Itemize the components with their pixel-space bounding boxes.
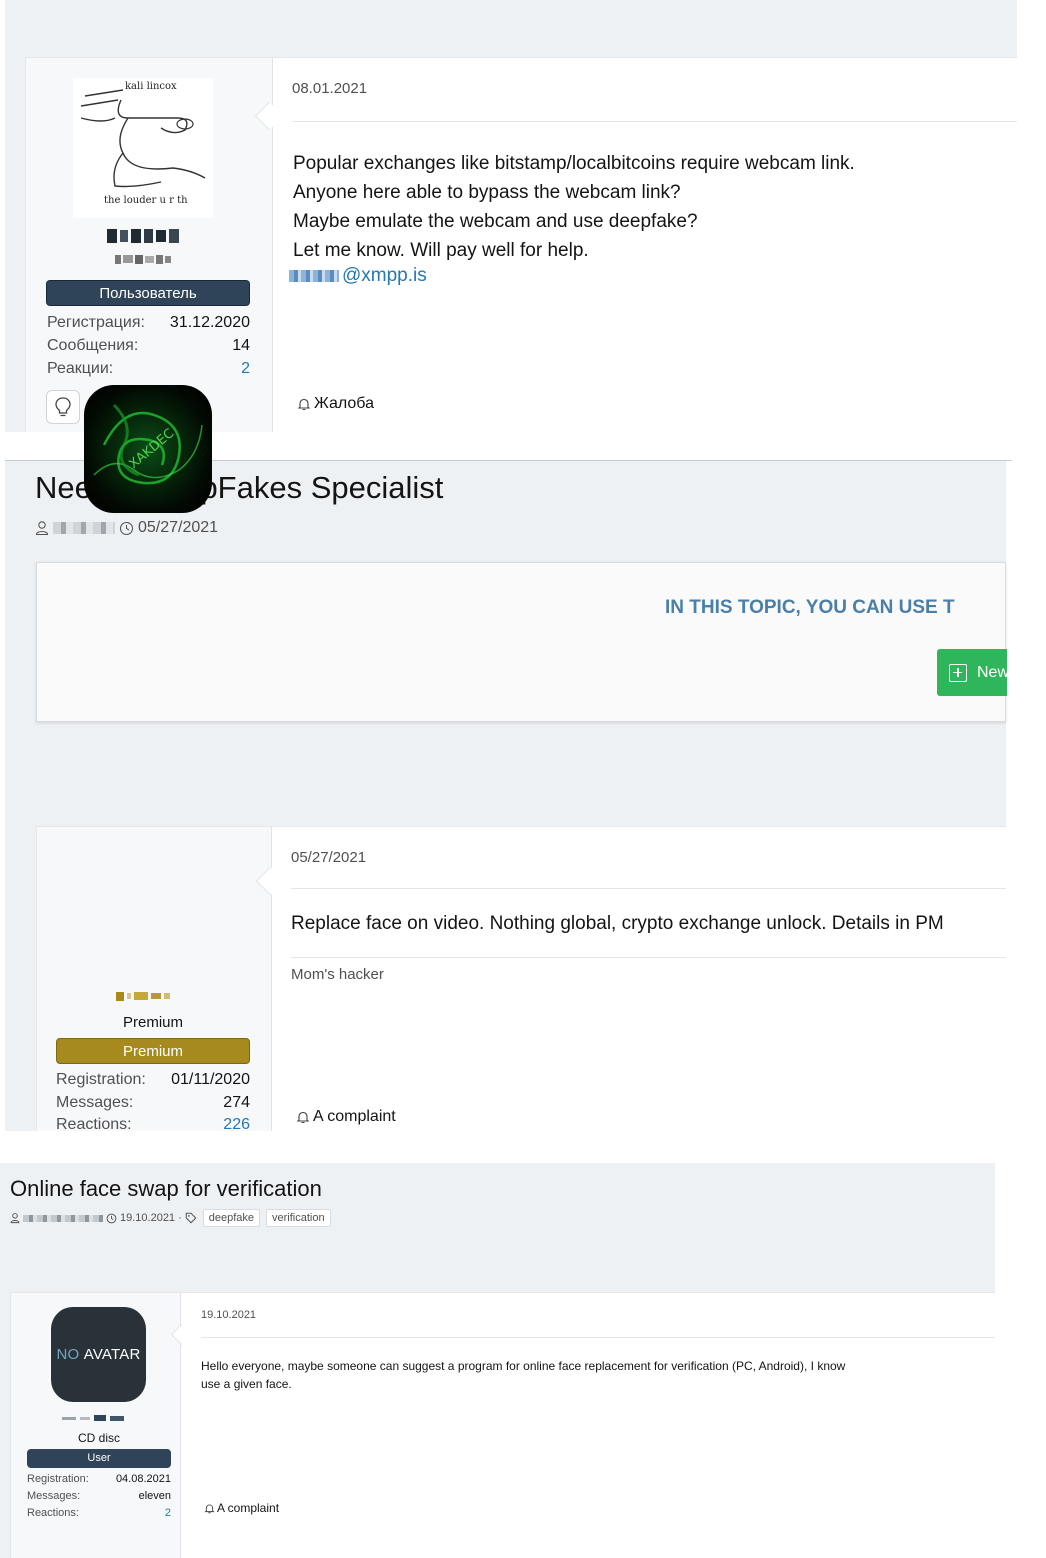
bell-icon [296,1111,310,1124]
user-title-masked [108,252,178,266]
fractal-avatar-icon: XAKDEC [93,403,203,485]
user-avatar[interactable]: XAKDEC [84,385,212,513]
topic-meta: 05/27/2021 [35,519,218,537]
role-badge: User [27,1449,171,1468]
clock-icon [119,521,134,535]
plus-square-icon [949,663,967,682]
svg-text:XAKDEC: XAKDEC [126,426,177,472]
body-line: Let me know. Will pay well for help. [293,240,589,261]
contact-domain: @xmpp.is [342,265,427,286]
topic-meta: 19.10.2021 · deepfake verification [10,1209,331,1227]
post-date[interactable]: 08.01.2021 [292,80,367,97]
user-title: CD disc [77,1431,120,1445]
stat-label: Registration: [56,1071,146,1088]
topic-notice-box: IN THIS TOPIC, YOU CAN USE T New [36,562,1007,722]
user-title: Premium [122,1014,183,1031]
stat-messages: Сообщения: 14 [47,337,250,355]
body-line: Anyone here able to bypass the webcam li… [293,182,681,203]
stat-value: 04.08.2021 [115,1473,171,1485]
stat-value[interactable]: 2 [241,360,250,378]
message-panel [181,1292,995,1558]
report-label: A complaint [313,1108,396,1125]
stat-label: Registration: [27,1473,89,1485]
stat-reactions: Реакции: 2 [47,360,250,378]
topic-title: Online face swap for verification [10,1176,322,1201]
report-label: A complaint [217,1501,280,1515]
body-line: Maybe emulate the webcam and use deepfak… [293,211,698,232]
clock-icon [106,1213,117,1223]
contact-link[interactable]: @xmpp.is [289,265,427,287]
stat-label: Сообщения: [47,337,139,354]
report-link[interactable]: Жалоба [297,395,374,413]
tag-deepfake[interactable]: deepfake [202,1209,260,1227]
stat-label: Messages: [56,1094,134,1111]
avatar-caption-top: kali lincox [125,81,177,92]
stat-label: Регистрация: [47,314,145,331]
body-line: Hello everyone, maybe someone can sugges… [201,1359,846,1373]
stat-registration: Регистрация: 31.12.2020 [47,314,250,332]
stat-reactions: Reactions: 2 [27,1507,171,1519]
role-badge: Пользователь [46,280,250,306]
bell-icon [204,1503,215,1513]
post-body: Popular exchanges like bitstamp/localbit… [293,149,855,265]
stat-label: Реакции: [47,360,114,377]
body-line: use a given face. [201,1377,292,1391]
author-masked[interactable] [23,1214,103,1222]
stat-reactions: Reactions: 226 [56,1116,250,1134]
new-button-label: New [977,663,1007,681]
stat-label: Reactions: [56,1116,132,1133]
body-line: Popular exchanges like bitstamp/localbit… [293,153,855,174]
tag-icon [185,1212,197,1224]
avatar-no-text: NO [56,1346,80,1363]
new-thread-button[interactable]: New [937,649,1007,696]
stat-label: Messages: [27,1490,81,1502]
signature: Mom's hacker [291,966,384,983]
stat-value[interactable]: 226 [223,1116,250,1134]
post-date[interactable]: 19.10.2021 [201,1309,256,1321]
avatar-word-text: AVATAR [83,1346,141,1363]
post-body: Hello everyone, maybe someone can sugges… [201,1357,995,1393]
role-badge: Premium [56,1038,250,1064]
divider [201,1337,995,1338]
divider [291,957,1006,958]
username-masked[interactable] [116,990,188,1002]
tag-verification[interactable]: verification [266,1209,331,1227]
bulb-button[interactable] [46,390,80,424]
post-body: Replace face on video. Nothing global, c… [291,913,944,934]
topic-date[interactable]: 05/27/2021 [138,519,218,537]
username-masked[interactable] [103,223,183,249]
lightbulb-icon [55,397,71,417]
topic-notice: IN THIS TOPIC, YOU CAN USE T [665,597,955,618]
user-avatar[interactable]: NO AVATAR [51,1307,146,1402]
post-date[interactable]: 05/27/2021 [291,849,366,866]
masked-contact [289,270,339,282]
stat-value: 01/11/2020 [171,1071,250,1088]
username-masked[interactable] [62,1414,142,1422]
author-masked[interactable] [53,522,115,534]
stat-registration: Registration: 01/11/2020 [56,1071,250,1089]
stat-value: 31.12.2020 [169,314,250,331]
avatar-caption-bottom: the louder u r th [104,195,188,206]
bell-icon [297,398,311,411]
report-link[interactable]: A complaint [296,1108,396,1126]
stat-value[interactable]: 2 [165,1507,171,1519]
divider [292,121,1017,122]
stat-messages: Messages: 274 [56,1094,250,1112]
report-label: Жалоба [314,395,374,412]
user-icon [10,1213,20,1224]
stat-value: 14 [232,337,250,354]
stat-registration: Registration: 04.08.2021 [27,1473,171,1485]
stat-messages: Messages: eleven [27,1490,171,1502]
stat-label: Reactions: [27,1507,79,1519]
meta-separator: · [178,1212,182,1224]
divider [291,888,1006,889]
topic-date[interactable]: 19.10.2021 [120,1212,175,1224]
stat-value: 274 [223,1094,250,1111]
stat-value: eleven [138,1490,171,1502]
user-icon [35,521,49,536]
report-link[interactable]: A complaint [204,1501,279,1515]
